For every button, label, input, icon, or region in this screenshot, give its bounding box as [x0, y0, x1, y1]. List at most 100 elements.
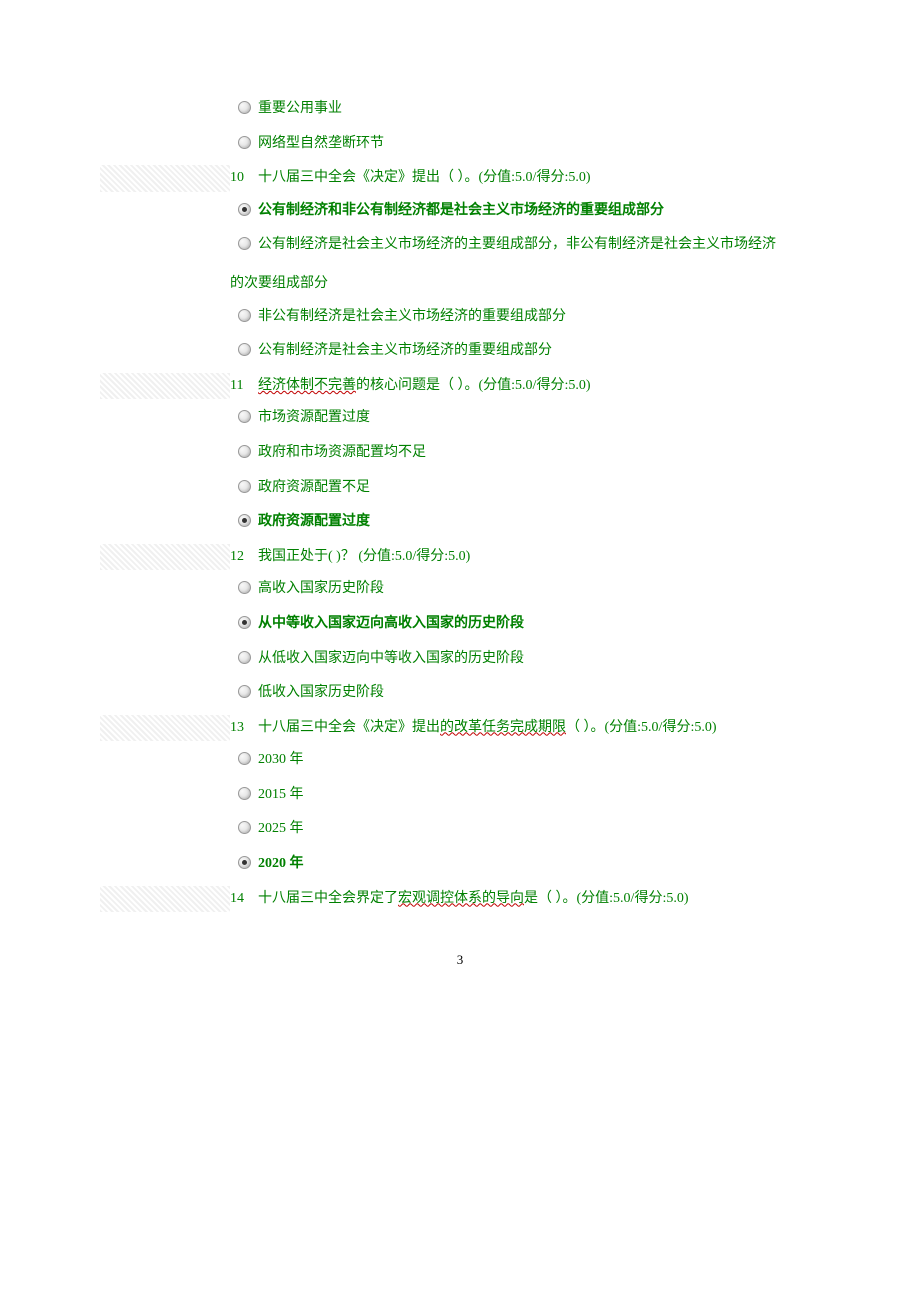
- option-text: 2020 年: [258, 851, 820, 878]
- stem-wavy: 宏观调控体系的导向: [398, 891, 524, 906]
- radio-col: [230, 198, 258, 227]
- question-row: 12 我国正处于( )？ (分值:5.0/得分:5.0): [100, 544, 820, 571]
- radio-col: [230, 816, 258, 845]
- question-number: 11: [230, 373, 258, 400]
- option-text: 公有制经济和非公有制经济都是社会主义市场经济的重要组成部分: [258, 198, 820, 225]
- option-row: 公有制经济是社会主义市场经济的重要组成部分: [100, 338, 820, 367]
- option-text: 2030 年: [258, 747, 820, 774]
- option-text: 政府和市场资源配置均不足: [258, 440, 820, 467]
- radio-col: [230, 851, 258, 880]
- option-row: 从中等收入国家迈向高收入国家的历史阶段: [100, 611, 820, 640]
- question-stem: 我国正处于( )？ (分值:5.0/得分:5.0): [258, 544, 820, 571]
- option-row: 低收入国家历史阶段: [100, 680, 820, 709]
- option-text: 高收入国家历史阶段: [258, 576, 820, 603]
- option-text: 低收入国家历史阶段: [258, 680, 820, 707]
- radio-selected-icon[interactable]: [238, 203, 251, 216]
- radio-unselected-icon[interactable]: [238, 752, 251, 765]
- page-container: 重要公用事业 网络型自然垄断环节 10 十八届三中全会《决定》提出（ ）。(分值…: [0, 0, 920, 1018]
- question-stem: 十八届三中全会《决定》提出（ ）。(分值:5.0/得分:5.0): [258, 165, 820, 192]
- radio-col: [230, 747, 258, 776]
- radio-unselected-icon[interactable]: [238, 787, 251, 800]
- score-label: (分值:5.0/得分:5.0): [605, 720, 717, 735]
- option-row: 2015 年: [100, 782, 820, 811]
- radio-selected-icon[interactable]: [238, 514, 251, 527]
- radio-unselected-icon[interactable]: [238, 445, 251, 458]
- option-text: 公有制经济是社会主义市场经济的重要组成部分: [258, 338, 820, 365]
- radio-unselected-icon[interactable]: [238, 685, 251, 698]
- option-text: 2015 年: [258, 782, 820, 809]
- radio-unselected-icon[interactable]: [238, 480, 251, 493]
- option-text: 重要公用事业: [258, 96, 820, 123]
- question-number: 14: [230, 886, 258, 913]
- radio-unselected-icon[interactable]: [238, 309, 251, 322]
- stem-text: （ ）。: [566, 720, 605, 735]
- option-row: 市场资源配置过度: [100, 405, 820, 434]
- stem-text: 十八届三中全会界定了: [258, 891, 398, 906]
- radio-unselected-icon[interactable]: [238, 581, 251, 594]
- question-stem: 经济体制不完善的核心问题是（ ）。(分值:5.0/得分:5.0): [258, 373, 820, 400]
- radio-col: [230, 646, 258, 675]
- option-row: 公有制经济和非公有制经济都是社会主义市场经济的重要组成部分: [100, 198, 820, 227]
- radio-col: [230, 232, 258, 261]
- option-row: 公有制经济是社会主义市场经济的主要组成部分，非公有制经济是社会主义市场经济: [100, 232, 820, 261]
- option-text: 政府资源配置不足: [258, 475, 820, 502]
- question-stem: 十八届三中全会《决定》提出的改革任务完成期限（ ）。(分值:5.0/得分:5.0…: [258, 715, 820, 742]
- radio-col: [230, 338, 258, 367]
- option-row: 2030 年: [100, 747, 820, 776]
- stem-text: 我国正处于( )？: [258, 549, 358, 564]
- radio-unselected-icon[interactable]: [238, 821, 251, 834]
- radio-col: [230, 611, 258, 640]
- radio-unselected-icon[interactable]: [238, 410, 251, 423]
- radio-col: [230, 304, 258, 333]
- radio-col: [230, 475, 258, 504]
- left-stripe: [100, 544, 230, 571]
- score-label: (分值:5.0/得分:5.0): [358, 549, 470, 564]
- option-row: 2020 年: [100, 851, 820, 880]
- stem-text: 十八届三中全会《决定》提出: [258, 720, 440, 735]
- option-cont-text: 的次要组成部分: [230, 271, 820, 298]
- radio-col: [230, 782, 258, 811]
- radio-col: [230, 440, 258, 469]
- question-row: 13 十八届三中全会《决定》提出的改革任务完成期限（ ）。(分值:5.0/得分:…: [100, 715, 820, 742]
- option-text: 非公有制经济是社会主义市场经济的重要组成部分: [258, 304, 820, 331]
- page-number: 3: [100, 952, 820, 968]
- radio-col: [230, 405, 258, 434]
- option-text: 从低收入国家迈向中等收入国家的历史阶段: [258, 646, 820, 673]
- radio-unselected-icon[interactable]: [238, 343, 251, 356]
- option-row: 网络型自然垄断环节: [100, 131, 820, 160]
- stem-wavy: 经济体制不完善: [258, 378, 356, 393]
- left-stripe: [100, 373, 230, 400]
- question-row: 11 经济体制不完善的核心问题是（ ）。(分值:5.0/得分:5.0): [100, 373, 820, 400]
- radio-selected-icon[interactable]: [238, 856, 251, 869]
- option-text: 2025 年: [258, 816, 820, 843]
- radio-unselected-icon[interactable]: [238, 136, 251, 149]
- radio-unselected-icon[interactable]: [238, 101, 251, 114]
- option-text: 网络型自然垄断环节: [258, 131, 820, 158]
- left-stripe: [100, 715, 230, 742]
- stem-text: 十八届三中全会《决定》提出（ ）。: [258, 170, 479, 185]
- left-stripe: [100, 886, 230, 913]
- option-row: 重要公用事业: [100, 96, 820, 125]
- option-continuation: 的次要组成部分: [100, 271, 820, 298]
- question-stem: 十八届三中全会界定了宏观调控体系的导向是（ ）。(分值:5.0/得分:5.0): [258, 886, 820, 913]
- option-row: 政府资源配置不足: [100, 475, 820, 504]
- option-row: 高收入国家历史阶段: [100, 576, 820, 605]
- radio-selected-icon[interactable]: [238, 616, 251, 629]
- question-number: 10: [230, 165, 258, 192]
- option-text: 公有制经济是社会主义市场经济的主要组成部分，非公有制经济是社会主义市场经济: [258, 232, 820, 259]
- question-row: 14 十八届三中全会界定了宏观调控体系的导向是（ ）。(分值:5.0/得分:5.…: [100, 886, 820, 913]
- stem-wavy: 的改革任务完成期限: [440, 720, 566, 735]
- score-label: (分值:5.0/得分:5.0): [577, 891, 689, 906]
- stem-text: 是（ ）。: [524, 891, 577, 906]
- radio-col: [230, 576, 258, 605]
- radio-col: [230, 680, 258, 709]
- score-label: (分值:5.0/得分:5.0): [479, 378, 591, 393]
- option-row: 非公有制经济是社会主义市场经济的重要组成部分: [100, 304, 820, 333]
- option-row: 政府和市场资源配置均不足: [100, 440, 820, 469]
- option-row: 政府资源配置过度: [100, 509, 820, 538]
- question-number: 12: [230, 544, 258, 571]
- option-text: 政府资源配置过度: [258, 509, 820, 536]
- radio-unselected-icon[interactable]: [238, 651, 251, 664]
- question-number: 13: [230, 715, 258, 742]
- radio-unselected-icon[interactable]: [238, 237, 251, 250]
